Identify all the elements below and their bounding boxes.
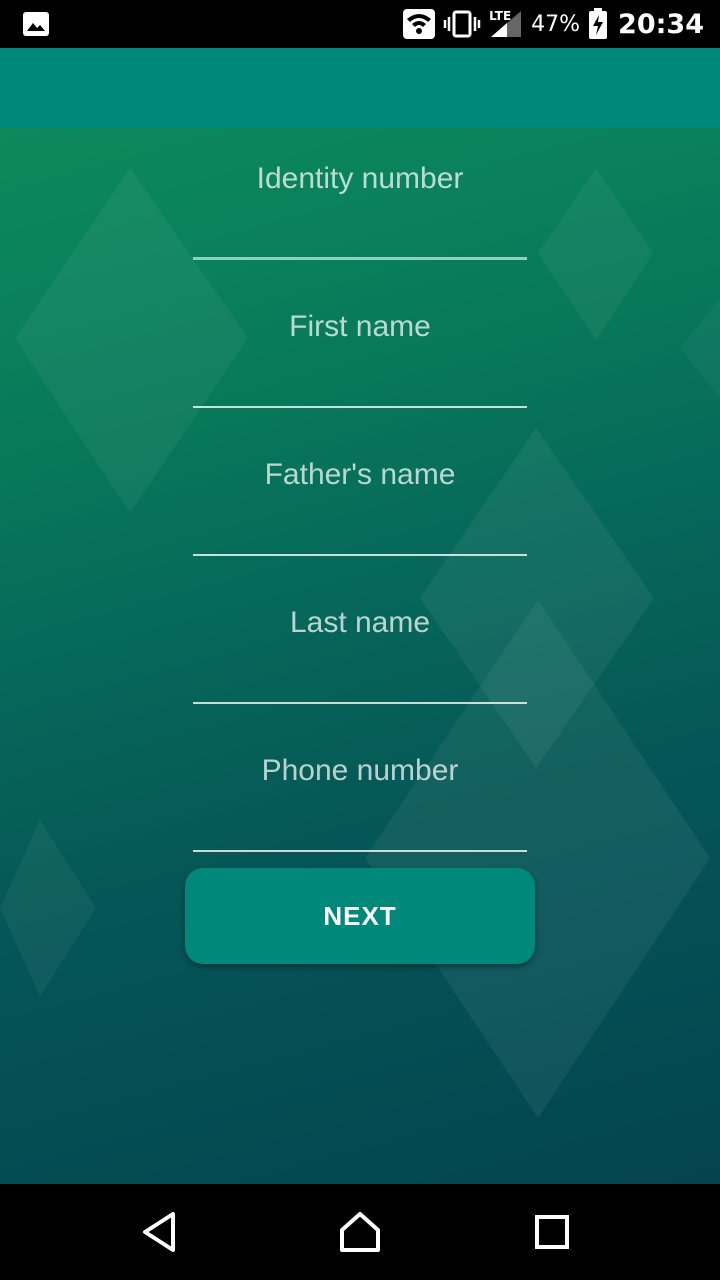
image-icon — [23, 12, 49, 36]
fathers-name-label: Father's name — [264, 458, 456, 491]
signal-icon: LTE — [489, 7, 523, 41]
phone-number-field[interactable]: Phone number — [193, 732, 527, 852]
fathers-name-field[interactable]: Father's name — [193, 436, 527, 556]
identity-number-label: Identity number — [256, 162, 464, 195]
navigation-bar — [0, 1184, 720, 1280]
battery-charging-icon — [589, 8, 608, 39]
content-area: Identity number First name Father's name… — [0, 128, 720, 1184]
identity-number-field[interactable]: Identity number — [193, 140, 527, 260]
first-name-underline — [193, 406, 527, 408]
phone-number-label: Phone number — [261, 754, 459, 787]
back-icon — [143, 1212, 175, 1252]
wifi-icon — [403, 9, 436, 39]
vibrate-icon — [443, 10, 481, 38]
home-icon — [340, 1212, 380, 1252]
back-button[interactable] — [130, 1204, 190, 1260]
identity-number-underline — [193, 257, 527, 260]
recents-button[interactable] — [522, 1204, 582, 1260]
phone-number-underline — [193, 850, 527, 852]
last-name-field[interactable]: Last name — [193, 584, 527, 704]
first-name-label: First name — [289, 310, 431, 343]
first-name-field[interactable]: First name — [193, 288, 527, 408]
last-name-label: Last name — [289, 606, 431, 639]
last-name-underline — [193, 702, 527, 704]
recents-icon — [535, 1215, 569, 1249]
next-button[interactable]: NEXT — [185, 868, 535, 964]
registration-form: Identity number First name Father's name… — [0, 128, 720, 1184]
battery-percent: 47% — [531, 11, 581, 37]
app-bar — [0, 48, 720, 128]
fathers-name-underline — [193, 554, 527, 556]
clock: 20:34 — [618, 8, 704, 40]
status-bar: LTE 47% 20:34 — [0, 0, 720, 48]
home-button[interactable] — [330, 1204, 390, 1260]
